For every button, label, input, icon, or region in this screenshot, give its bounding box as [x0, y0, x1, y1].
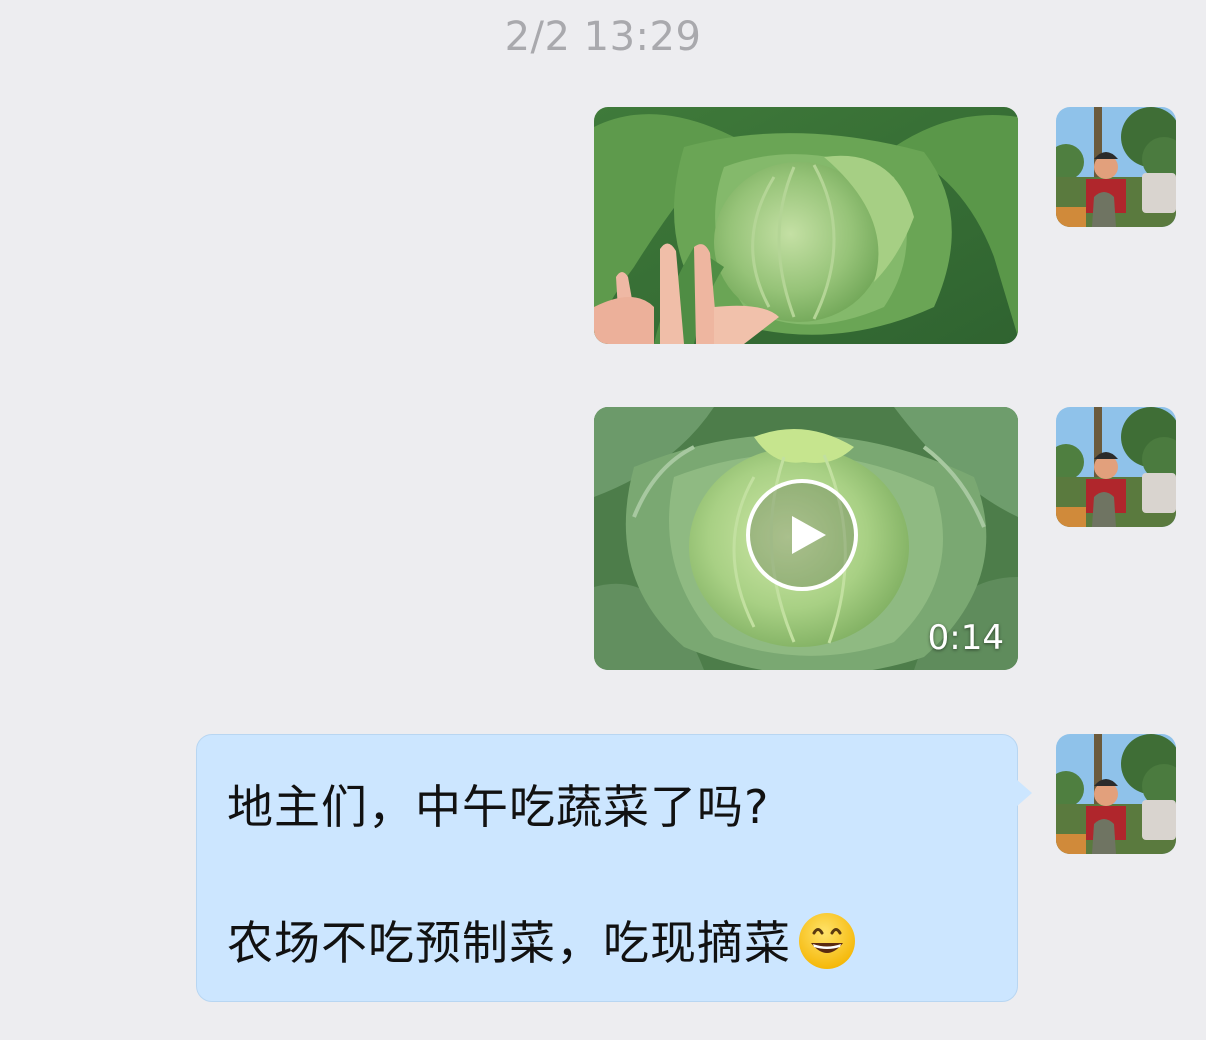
avatar[interactable] — [1056, 407, 1176, 527]
avatar-image — [1056, 734, 1176, 854]
video-message[interactable]: 0:14 — [594, 407, 1018, 670]
message-line-1: 地主们，中午吃蔬菜了吗? — [227, 780, 770, 834]
avatar[interactable] — [1056, 107, 1176, 227]
avatar-image — [1056, 407, 1176, 527]
cabbage-photo — [594, 107, 1018, 344]
play-button[interactable] — [746, 479, 858, 591]
text-message-bubble[interactable]: 地主们，中午吃蔬菜了吗? 农场不吃预制菜，吃现摘菜 — [196, 734, 1032, 1002]
play-icon — [792, 516, 826, 554]
video-duration: 0:14 — [927, 618, 1004, 658]
avatar[interactable] — [1056, 734, 1176, 854]
message-line-2: 农场不吃预制菜，吃现摘菜 — [227, 907, 857, 982]
image-message[interactable] — [594, 107, 1018, 344]
message-line-2-text: 农场不吃预制菜，吃现摘菜 — [227, 916, 791, 970]
bubble-tail — [1016, 779, 1032, 807]
chat-timestamp: 2/2 13:29 — [504, 14, 702, 60]
grinning-face-icon — [797, 911, 857, 982]
avatar-image — [1056, 107, 1176, 227]
